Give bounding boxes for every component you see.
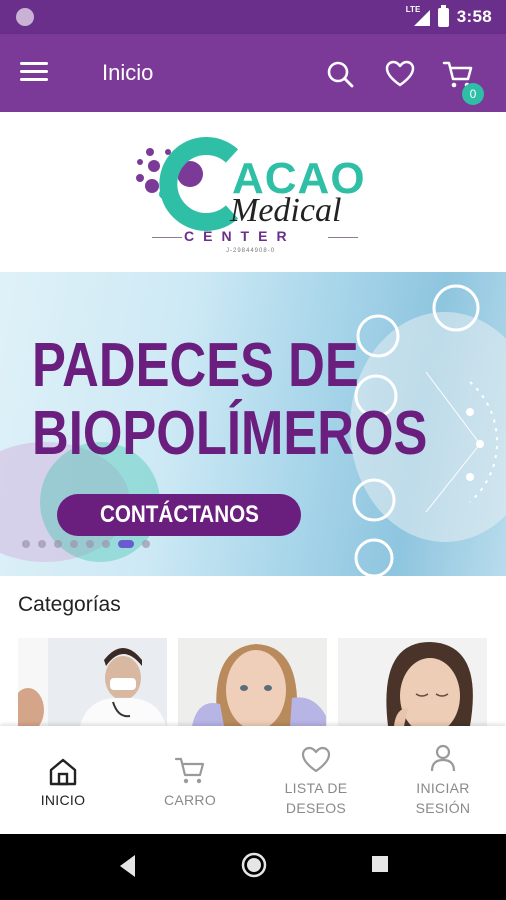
status-indicators: LTE 3:58 xyxy=(406,4,492,28)
cart-count-badge: 0 xyxy=(462,83,484,105)
menu-icon[interactable] xyxy=(20,62,48,84)
carousel-dot[interactable] xyxy=(22,540,30,548)
carousel-dot[interactable] xyxy=(70,540,78,548)
carousel-dot[interactable] xyxy=(54,540,62,548)
back-icon[interactable] xyxy=(116,852,138,880)
category-card[interactable] xyxy=(18,638,167,726)
brand-center: CENTER xyxy=(184,228,296,244)
logo-mark xyxy=(136,137,239,231)
nav-item-login[interactable]: INICIAR SESIÓN xyxy=(380,726,506,834)
category-image xyxy=(178,638,327,726)
category-image xyxy=(18,638,167,726)
home-button-icon[interactable] xyxy=(240,851,268,879)
carousel-dot[interactable] xyxy=(118,540,134,548)
recents-icon[interactable] xyxy=(370,854,390,874)
nav-label-wishlist-1: LISTA DE xyxy=(284,780,348,796)
wishlist-icon[interactable] xyxy=(384,58,416,90)
carousel-dot[interactable] xyxy=(142,540,150,548)
contact-button-label: CONTÁCTANOS xyxy=(99,501,259,528)
contact-button[interactable]: CONTÁCTANOS xyxy=(57,494,301,536)
bottom-navigation: INICIO CARRO LISTA DE DESEOS INICIAR SES… xyxy=(0,726,506,834)
app-bar: Inicio 0 xyxy=(0,34,506,112)
category-card[interactable] xyxy=(338,638,487,726)
categories-heading: Categorías xyxy=(18,593,121,616)
nav-label-wishlist-2: DESEOS xyxy=(285,800,347,816)
promo-banner[interactable]: PADECES DE BIOPOLÍMEROS CONTÁCTANOS xyxy=(0,272,506,576)
banner-headline-2: BIOPOLÍMEROS xyxy=(32,399,428,468)
category-card[interactable] xyxy=(178,638,327,726)
carousel-dot[interactable] xyxy=(86,540,94,548)
brand-header: ACAO Medical CENTER J-29844908-0 xyxy=(0,112,506,272)
signal-icon: LTE xyxy=(406,5,430,27)
carousel-indicators xyxy=(22,539,150,549)
brand-logo: ACAO Medical CENTER J-29844908-0 xyxy=(132,134,382,264)
banner-headline-1: PADECES DE xyxy=(32,331,359,400)
nav-item-cart[interactable]: CARRO xyxy=(127,726,253,834)
category-image xyxy=(338,638,487,726)
search-icon[interactable] xyxy=(324,58,356,90)
nav-label-cart: CARRO xyxy=(163,792,217,808)
carousel-dot[interactable] xyxy=(102,540,110,548)
home-icon xyxy=(49,758,77,786)
brand-id: J-29844908-0 xyxy=(226,248,276,254)
status-bar: LTE 3:58 xyxy=(0,0,506,34)
cart-icon xyxy=(174,757,205,784)
system-navigation-bar xyxy=(0,834,506,900)
nav-label-login-2: SESIÓN xyxy=(415,800,471,816)
nav-label-home: INICIO xyxy=(40,792,86,808)
heart-icon xyxy=(301,746,331,773)
nav-label-login-1: INICIAR xyxy=(416,780,470,796)
page-title: Inicio xyxy=(102,60,154,85)
status-time: 3:58 xyxy=(456,7,492,26)
battery-icon xyxy=(437,4,449,27)
nav-item-wishlist[interactable]: LISTA DE DESEOS xyxy=(253,726,379,834)
carousel-dot[interactable] xyxy=(38,540,46,548)
notification-icon xyxy=(16,8,34,26)
brand-script: Medical xyxy=(230,192,342,229)
user-icon xyxy=(430,744,456,772)
nav-item-home[interactable]: INICIO xyxy=(0,726,126,834)
